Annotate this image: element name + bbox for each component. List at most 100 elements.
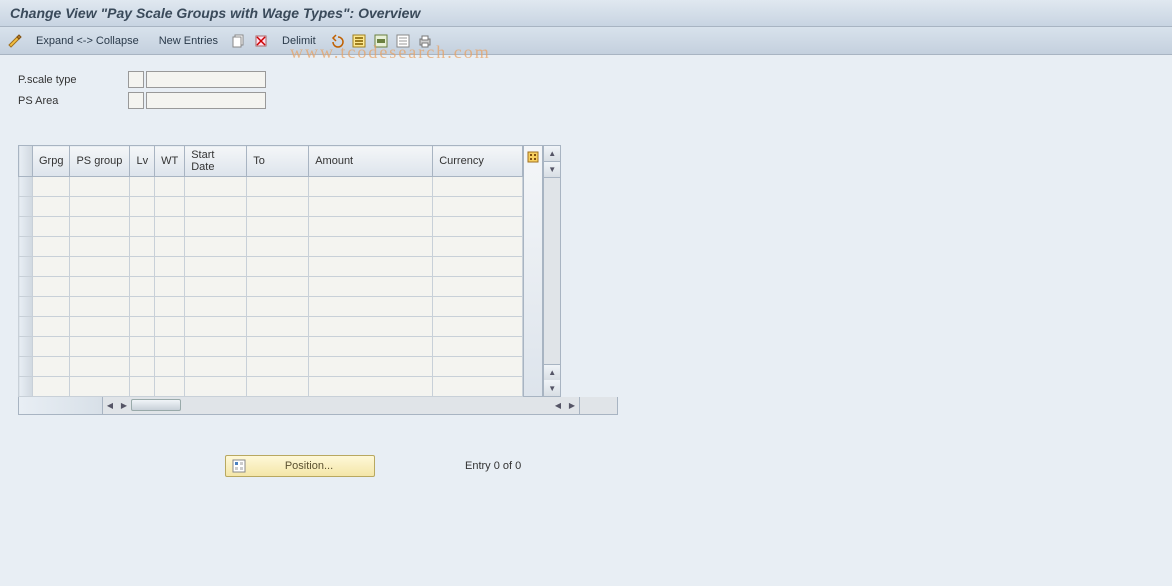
hscroll-track[interactable] bbox=[131, 399, 271, 413]
cell-psgroup[interactable] bbox=[70, 317, 130, 337]
col-header-lv[interactable]: Lv bbox=[130, 146, 155, 177]
delete-icon[interactable] bbox=[252, 32, 270, 50]
col-header-amount[interactable]: Amount bbox=[309, 146, 433, 177]
new-entries-button[interactable]: New Entries bbox=[151, 33, 226, 49]
hscroll-thumb[interactable] bbox=[131, 399, 181, 411]
row-selector[interactable] bbox=[19, 297, 33, 317]
copy-as-icon[interactable] bbox=[230, 32, 248, 50]
cell-psgroup[interactable] bbox=[70, 237, 130, 257]
cell-grpg[interactable] bbox=[33, 257, 70, 277]
cell-to[interactable] bbox=[247, 277, 309, 297]
cell-currency[interactable] bbox=[433, 257, 523, 277]
undo-change-icon[interactable] bbox=[328, 32, 346, 50]
cell-amount[interactable] bbox=[309, 237, 433, 257]
cell-start[interactable] bbox=[185, 237, 247, 257]
cell-start[interactable] bbox=[185, 257, 247, 277]
expand-collapse-button[interactable]: Expand <-> Collapse bbox=[28, 33, 147, 49]
cell-currency[interactable] bbox=[433, 317, 523, 337]
cell-grpg[interactable] bbox=[33, 217, 70, 237]
row-selector-header[interactable] bbox=[19, 146, 33, 177]
cell-currency[interactable] bbox=[433, 377, 523, 397]
cell-wt[interactable] bbox=[155, 357, 185, 377]
cell-start[interactable] bbox=[185, 297, 247, 317]
table-settings-icon[interactable] bbox=[524, 146, 542, 168]
row-selector[interactable] bbox=[19, 357, 33, 377]
scroll-left-step-icon[interactable]: ◀ bbox=[551, 398, 565, 414]
cell-start[interactable] bbox=[185, 197, 247, 217]
print-icon[interactable] bbox=[416, 32, 434, 50]
scroll-right-icon[interactable]: ▶ bbox=[565, 398, 579, 414]
cell-wt[interactable] bbox=[155, 377, 185, 397]
cell-grpg[interactable] bbox=[33, 297, 70, 317]
scroll-down-small-icon[interactable]: ▼ bbox=[544, 162, 560, 178]
cell-lv[interactable] bbox=[130, 197, 155, 217]
col-header-psgroup[interactable]: PS group bbox=[70, 146, 130, 177]
toggle-display-change-icon[interactable] bbox=[6, 32, 24, 50]
cell-psgroup[interactable] bbox=[70, 297, 130, 317]
row-selector[interactable] bbox=[19, 177, 33, 197]
row-selector[interactable] bbox=[19, 377, 33, 397]
cell-grpg[interactable] bbox=[33, 177, 70, 197]
cell-wt[interactable] bbox=[155, 277, 185, 297]
cell-amount[interactable] bbox=[309, 177, 433, 197]
row-selector[interactable] bbox=[19, 197, 33, 217]
cell-grpg[interactable] bbox=[33, 197, 70, 217]
row-selector[interactable] bbox=[19, 217, 33, 237]
cell-lv[interactable] bbox=[130, 377, 155, 397]
ps-area-value-input[interactable] bbox=[146, 92, 266, 109]
cell-grpg[interactable] bbox=[33, 317, 70, 337]
cell-to[interactable] bbox=[247, 177, 309, 197]
cell-amount[interactable] bbox=[309, 357, 433, 377]
cell-to[interactable] bbox=[247, 357, 309, 377]
cell-psgroup[interactable] bbox=[70, 257, 130, 277]
scroll-down-icon[interactable]: ▼ bbox=[544, 380, 560, 396]
cell-amount[interactable] bbox=[309, 277, 433, 297]
cell-wt[interactable] bbox=[155, 317, 185, 337]
cell-start[interactable] bbox=[185, 177, 247, 197]
cell-start[interactable] bbox=[185, 217, 247, 237]
cell-to[interactable] bbox=[247, 257, 309, 277]
cell-lv[interactable] bbox=[130, 337, 155, 357]
cell-grpg[interactable] bbox=[33, 337, 70, 357]
cell-lv[interactable] bbox=[130, 317, 155, 337]
cell-amount[interactable] bbox=[309, 217, 433, 237]
cell-currency[interactable] bbox=[433, 297, 523, 317]
delimit-button[interactable]: Delimit bbox=[274, 33, 324, 49]
cell-to[interactable] bbox=[247, 297, 309, 317]
vertical-scrollbar[interactable]: ▲ ▼ ▲ ▼ bbox=[543, 145, 561, 397]
cell-to[interactable] bbox=[247, 197, 309, 217]
horizontal-scrollbar[interactable]: ◀ ▶ ◀ ▶ bbox=[18, 397, 618, 415]
cell-currency[interactable] bbox=[433, 217, 523, 237]
cell-currency[interactable] bbox=[433, 177, 523, 197]
cell-lv[interactable] bbox=[130, 357, 155, 377]
select-all-icon[interactable] bbox=[350, 32, 368, 50]
cell-currency[interactable] bbox=[433, 357, 523, 377]
row-selector[interactable] bbox=[19, 277, 33, 297]
cell-psgroup[interactable] bbox=[70, 177, 130, 197]
pscale-type-code-input[interactable] bbox=[128, 71, 144, 88]
cell-start[interactable] bbox=[185, 357, 247, 377]
cell-wt[interactable] bbox=[155, 297, 185, 317]
cell-start[interactable] bbox=[185, 317, 247, 337]
cell-start[interactable] bbox=[185, 337, 247, 357]
cell-amount[interactable] bbox=[309, 257, 433, 277]
col-header-grpg[interactable]: Grpg bbox=[33, 146, 70, 177]
scroll-up-small-icon[interactable]: ▲ bbox=[544, 364, 560, 380]
cell-amount[interactable] bbox=[309, 317, 433, 337]
cell-wt[interactable] bbox=[155, 217, 185, 237]
cell-start[interactable] bbox=[185, 377, 247, 397]
cell-lv[interactable] bbox=[130, 217, 155, 237]
cell-currency[interactable] bbox=[433, 237, 523, 257]
cell-grpg[interactable] bbox=[33, 277, 70, 297]
cell-to[interactable] bbox=[247, 217, 309, 237]
cell-psgroup[interactable] bbox=[70, 357, 130, 377]
col-header-wt[interactable]: WT bbox=[155, 146, 185, 177]
deselect-all-icon[interactable] bbox=[394, 32, 412, 50]
cell-psgroup[interactable] bbox=[70, 337, 130, 357]
pscale-type-value-input[interactable] bbox=[146, 71, 266, 88]
cell-currency[interactable] bbox=[433, 337, 523, 357]
cell-psgroup[interactable] bbox=[70, 377, 130, 397]
cell-wt[interactable] bbox=[155, 237, 185, 257]
cell-amount[interactable] bbox=[309, 337, 433, 357]
col-header-to[interactable]: To bbox=[247, 146, 309, 177]
